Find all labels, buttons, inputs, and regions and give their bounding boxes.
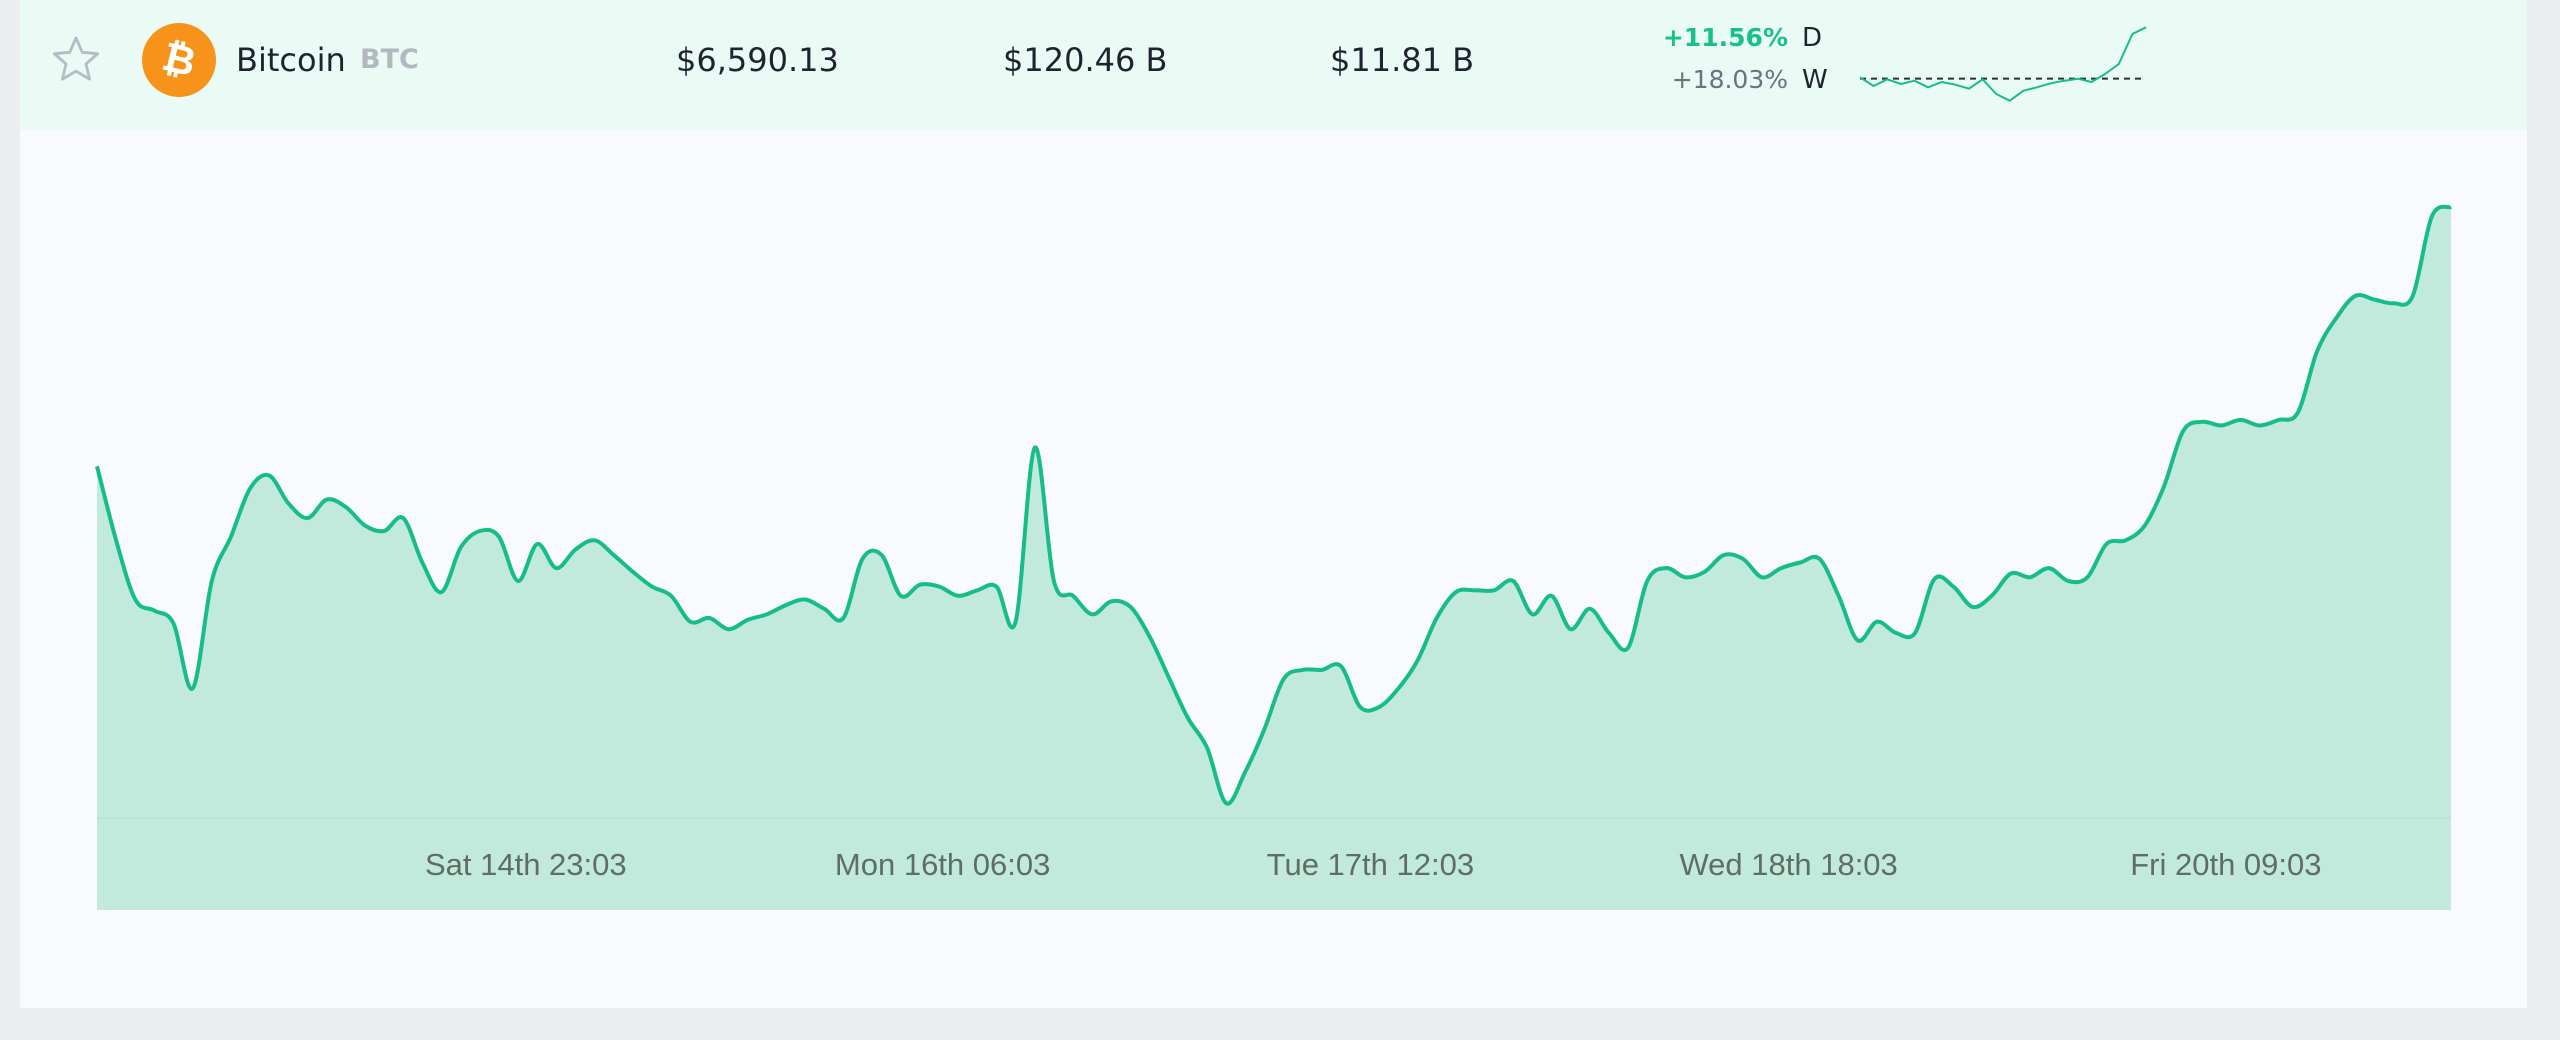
change-week-label: W <box>1802 65 1828 95</box>
x-tick-label: Tue 17th 12:03 <box>1267 847 1474 882</box>
x-tick-label: Fri 20th 09:03 <box>2130 847 2321 882</box>
sparkline-line <box>1859 26 2147 102</box>
coin-volume: $11.81 B <box>1330 41 1475 79</box>
change-week: +18.03% <box>1671 65 1788 94</box>
change-day-label: D <box>1802 23 1823 53</box>
coin-row[interactable]: ₿ Bitcoin BTC $6,590.13 $120.46 B $11.81… <box>20 0 2527 130</box>
svg-text:₿: ₿ <box>158 34 201 87</box>
price-chart[interactable]: Sat 14th 23:03 Mon 16th 06:03 Tue 17th 12:… <box>20 130 2527 930</box>
x-tick-label: Wed 18th 18:03 <box>1679 847 1897 882</box>
coin-card: ₿ Bitcoin BTC $6,590.13 $120.46 B $11.81… <box>20 0 2527 1008</box>
weekly-sparkline <box>1859 26 2147 102</box>
favorite-star-icon[interactable] <box>48 32 104 88</box>
coin-price: $6,590.13 <box>676 41 839 79</box>
bitcoin-icon: ₿ <box>142 23 216 97</box>
coin-name[interactable]: Bitcoin <box>236 40 346 80</box>
price-area <box>97 206 2451 818</box>
coin-symbol: BTC <box>360 44 419 75</box>
x-tick-label: Sat 14th 23:03 <box>425 847 627 882</box>
change-day: +11.56% <box>1662 23 1788 52</box>
x-tick-label: Mon 16th 06:03 <box>835 847 1050 882</box>
coin-market-cap: $120.46 B <box>1003 41 1168 79</box>
